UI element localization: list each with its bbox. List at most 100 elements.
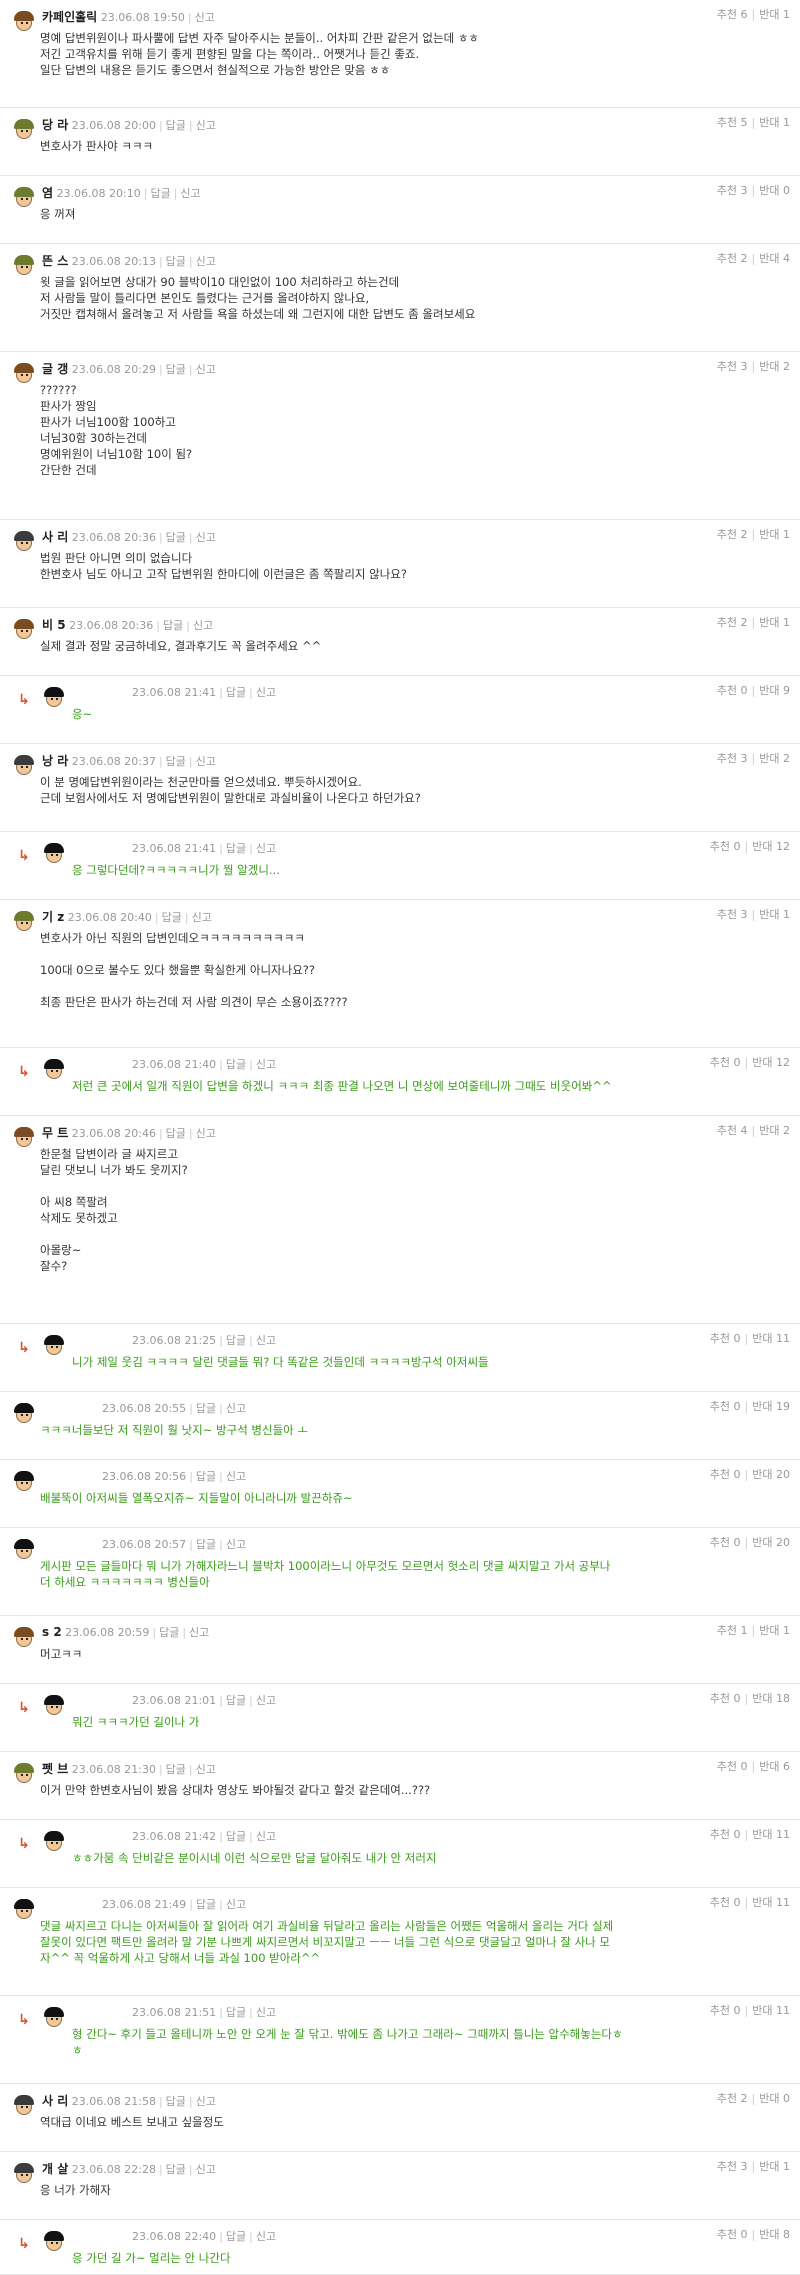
reply-link[interactable]: 답글 [226, 2230, 246, 2243]
nickname[interactable]: 카페인홀릭 [42, 10, 97, 24]
report-link[interactable]: 신고 [256, 1830, 276, 1843]
reply-link[interactable]: 답글 [166, 755, 186, 768]
reply-link[interactable]: 답글 [226, 1058, 246, 1071]
nickname[interactable]: 염 [42, 186, 53, 200]
reply-link[interactable]: 답글 [166, 255, 186, 268]
reply-link[interactable]: 답글 [226, 686, 246, 699]
downvote-button[interactable]: 반대 6 [759, 1760, 790, 1773]
report-link[interactable]: 신고 [196, 363, 216, 376]
downvote-button[interactable]: 반대 1 [759, 528, 790, 541]
reply-link[interactable]: 답글 [150, 187, 170, 200]
upvote-button[interactable]: 추천 6 [717, 8, 748, 21]
reply-link[interactable]: 답글 [226, 2006, 246, 2019]
upvote-button[interactable]: 추천 3 [717, 908, 748, 921]
nickname[interactable]: 뜬 스 [42, 254, 68, 268]
upvote-button[interactable]: 추천 1 [717, 1624, 748, 1637]
reply-link[interactable]: 답글 [162, 911, 182, 924]
report-link[interactable]: 신고 [256, 1694, 276, 1707]
report-link[interactable]: 신고 [226, 1402, 246, 1415]
reply-link[interactable]: 답글 [166, 1127, 186, 1140]
report-link[interactable]: 신고 [226, 1538, 246, 1551]
downvote-button[interactable]: 반대 18 [752, 1692, 790, 1705]
upvote-button[interactable]: 추천 0 [717, 1760, 748, 1773]
reply-link[interactable]: 답글 [166, 1763, 186, 1776]
reply-link[interactable]: 답글 [166, 119, 186, 132]
report-link[interactable]: 신고 [192, 911, 212, 924]
nickname[interactable]: 무 트 [42, 1126, 68, 1140]
upvote-button[interactable]: 추천 0 [710, 1332, 741, 1345]
nickname[interactable]: 사 리 [42, 2094, 68, 2108]
report-link[interactable]: 신고 [256, 2006, 276, 2019]
nickname[interactable]: 글 갱 [42, 362, 68, 376]
downvote-button[interactable]: 반대 12 [752, 840, 790, 853]
upvote-button[interactable]: 추천 3 [717, 2160, 748, 2173]
upvote-button[interactable]: 추천 3 [717, 360, 748, 373]
reply-link[interactable]: 답글 [159, 1626, 179, 1639]
report-link[interactable]: 신고 [196, 2095, 216, 2108]
upvote-button[interactable]: 추천 0 [710, 2004, 741, 2017]
upvote-button[interactable]: 추천 0 [710, 1536, 741, 1549]
upvote-button[interactable]: 추천 2 [717, 2092, 748, 2105]
report-link[interactable]: 신고 [196, 1763, 216, 1776]
reply-link[interactable]: 답글 [166, 2095, 186, 2108]
report-link[interactable]: 신고 [189, 1626, 209, 1639]
downvote-button[interactable]: 반대 4 [759, 252, 790, 265]
reply-link[interactable]: 답글 [196, 1898, 216, 1911]
report-link[interactable]: 신고 [196, 2163, 216, 2176]
downvote-button[interactable]: 반대 2 [759, 1124, 790, 1137]
downvote-button[interactable]: 반대 1 [759, 1624, 790, 1637]
downvote-button[interactable]: 반대 11 [752, 1896, 790, 1909]
reply-link[interactable]: 답글 [196, 1470, 216, 1483]
upvote-button[interactable]: 추천 0 [710, 1056, 741, 1069]
upvote-button[interactable]: 추천 0 [710, 1400, 741, 1413]
upvote-button[interactable]: 추천 0 [717, 2228, 748, 2241]
report-link[interactable]: 신고 [196, 119, 216, 132]
reply-link[interactable]: 답글 [226, 842, 246, 855]
reply-link[interactable]: 답글 [163, 619, 183, 632]
upvote-button[interactable]: 추천 3 [717, 752, 748, 765]
downvote-button[interactable]: 반대 8 [759, 2228, 790, 2241]
nickname[interactable]: s 2 [42, 1625, 62, 1639]
upvote-button[interactable]: 추천 0 [710, 1896, 741, 1909]
downvote-button[interactable]: 반대 20 [752, 1468, 790, 1481]
downvote-button[interactable]: 반대 1 [759, 116, 790, 129]
report-link[interactable]: 신고 [195, 11, 215, 24]
reply-link[interactable]: 답글 [226, 1334, 246, 1347]
nickname[interactable]: 낭 라 [42, 754, 68, 768]
downvote-button[interactable]: 반대 1 [759, 908, 790, 921]
upvote-button[interactable]: 추천 5 [717, 116, 748, 129]
downvote-button[interactable]: 반대 1 [759, 616, 790, 629]
downvote-button[interactable]: 반대 9 [759, 684, 790, 697]
downvote-button[interactable]: 반대 12 [752, 1056, 790, 1069]
report-link[interactable]: 신고 [193, 619, 213, 632]
report-link[interactable]: 신고 [256, 2230, 276, 2243]
report-link[interactable]: 신고 [226, 1470, 246, 1483]
upvote-button[interactable]: 추천 0 [710, 1468, 741, 1481]
upvote-button[interactable]: 추천 2 [717, 528, 748, 541]
nickname[interactable]: 기 z [42, 910, 64, 924]
downvote-button[interactable]: 반대 0 [759, 2092, 790, 2105]
downvote-button[interactable]: 반대 11 [752, 2004, 790, 2017]
nickname[interactable]: 당 라 [42, 118, 68, 132]
upvote-button[interactable]: 추천 2 [717, 616, 748, 629]
report-link[interactable]: 신고 [180, 187, 200, 200]
reply-link[interactable]: 답글 [196, 1538, 216, 1551]
upvote-button[interactable]: 추천 4 [717, 1124, 748, 1137]
downvote-button[interactable]: 반대 2 [759, 360, 790, 373]
downvote-button[interactable]: 반대 11 [752, 1828, 790, 1841]
nickname[interactable]: 펫 브 [42, 1762, 68, 1776]
downvote-button[interactable]: 반대 0 [759, 184, 790, 197]
reply-link[interactable]: 답글 [226, 1694, 246, 1707]
upvote-button[interactable]: 추천 0 [710, 1828, 741, 1841]
reply-link[interactable]: 답글 [166, 531, 186, 544]
report-link[interactable]: 신고 [226, 1898, 246, 1911]
report-link[interactable]: 신고 [256, 686, 276, 699]
upvote-button[interactable]: 추천 0 [710, 1692, 741, 1705]
report-link[interactable]: 신고 [196, 531, 216, 544]
reply-link[interactable]: 답글 [166, 2163, 186, 2176]
upvote-button[interactable]: 추천 2 [717, 252, 748, 265]
upvote-button[interactable]: 추천 0 [710, 840, 741, 853]
downvote-button[interactable]: 반대 11 [752, 1332, 790, 1345]
reply-link[interactable]: 답글 [226, 1830, 246, 1843]
report-link[interactable]: 신고 [256, 842, 276, 855]
